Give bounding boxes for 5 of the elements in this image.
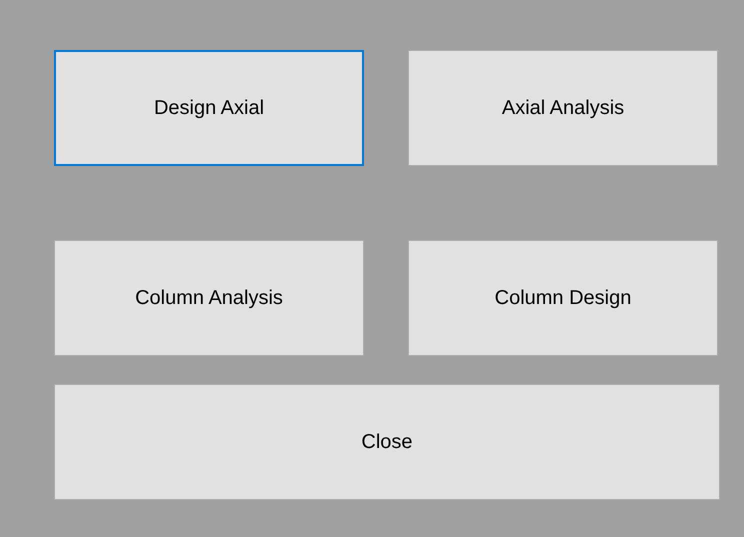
action-button[interactable]: Column Design	[408, 240, 718, 356]
action-button[interactable]: Column Analysis	[54, 240, 364, 356]
close-button[interactable]: Close	[54, 384, 720, 500]
action-button[interactable]: Design Axial	[54, 50, 364, 166]
action-button[interactable]: Axial Analysis	[408, 50, 718, 166]
